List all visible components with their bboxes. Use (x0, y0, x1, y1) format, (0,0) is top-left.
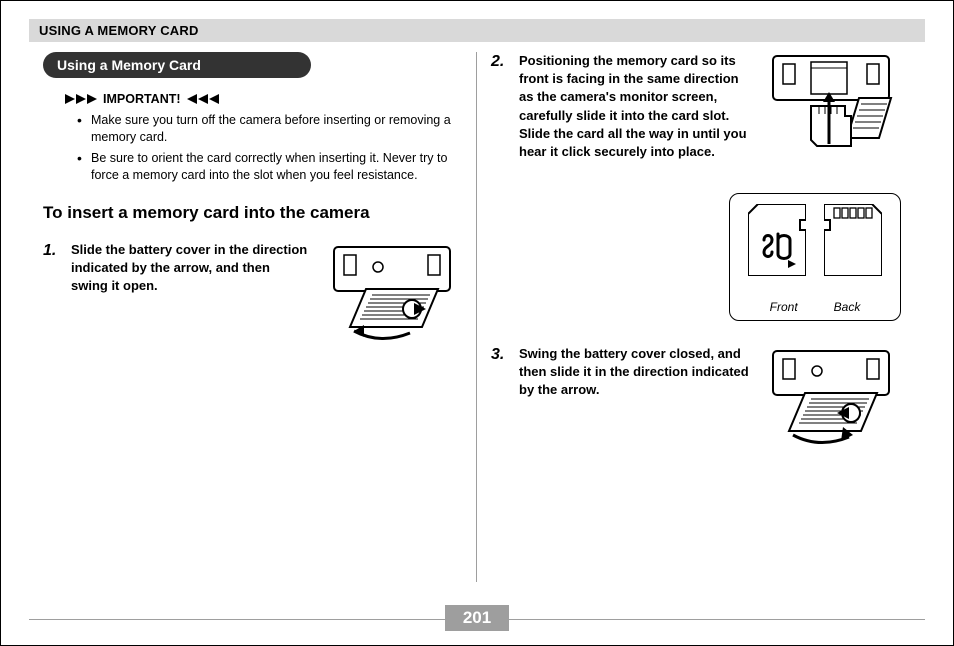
arrow-left-black-icon (187, 94, 219, 104)
step-2-number: 2. (491, 52, 509, 72)
important-label-row: IMPORTANT! (65, 92, 462, 106)
sd-cards-row (748, 204, 882, 281)
camera-insert-card-icon (759, 52, 901, 165)
sd-card-diagram: Front Back (729, 193, 901, 321)
page-header-title: USING A MEMORY CARD (39, 23, 199, 38)
step-3: 3. Swing the battery cover closed, and t… (491, 345, 911, 458)
important-bullet-1: Make sure you turn off the camera before… (81, 112, 462, 146)
page-header-bar: USING A MEMORY CARD (29, 19, 925, 42)
step-1: 1. Slide the battery cover in the direct… (43, 241, 462, 354)
page-number: 201 (445, 605, 509, 631)
manual-page: USING A MEMORY CARD Using a Memory Card … (0, 0, 954, 646)
section-title-pill: Using a Memory Card (43, 52, 311, 78)
camera-battery-open-icon (320, 241, 462, 354)
step-2-text: Positioning the memory card so its front… (519, 52, 749, 161)
sd-back-label: Back (834, 300, 861, 314)
section-title-text: Using a Memory Card (57, 57, 201, 73)
step-1-text: Slide the battery cover in the direction… (71, 241, 310, 296)
right-column: 2. Positioning the memory card so its fr… (477, 52, 925, 582)
step-2: 2. Positioning the memory card so its fr… (491, 52, 911, 165)
step-3-number: 3. (491, 345, 509, 365)
important-label: IMPORTANT! (103, 92, 181, 106)
page-footer: 201 (29, 605, 925, 631)
camera-battery-close-icon (759, 345, 901, 458)
sd-front-label: Front (770, 300, 798, 314)
important-bullet-2: Be sure to orient the card correctly whe… (81, 150, 462, 184)
sd-card-front-icon (748, 204, 806, 281)
important-bullets: Make sure you turn off the camera before… (81, 112, 462, 184)
left-column: Using a Memory Card IMPORTANT! Make sure… (29, 52, 477, 582)
sd-labels: Front Back (770, 300, 861, 314)
two-column-layout: Using a Memory Card IMPORTANT! Make sure… (29, 52, 925, 582)
step-3-text: Swing the battery cover closed, and then… (519, 345, 749, 400)
step-1-number: 1. (43, 241, 61, 261)
procedure-subheading: To insert a memory card into the camera (43, 202, 462, 223)
sd-card-back-icon (824, 204, 882, 281)
arrow-right-black-icon (65, 94, 97, 104)
